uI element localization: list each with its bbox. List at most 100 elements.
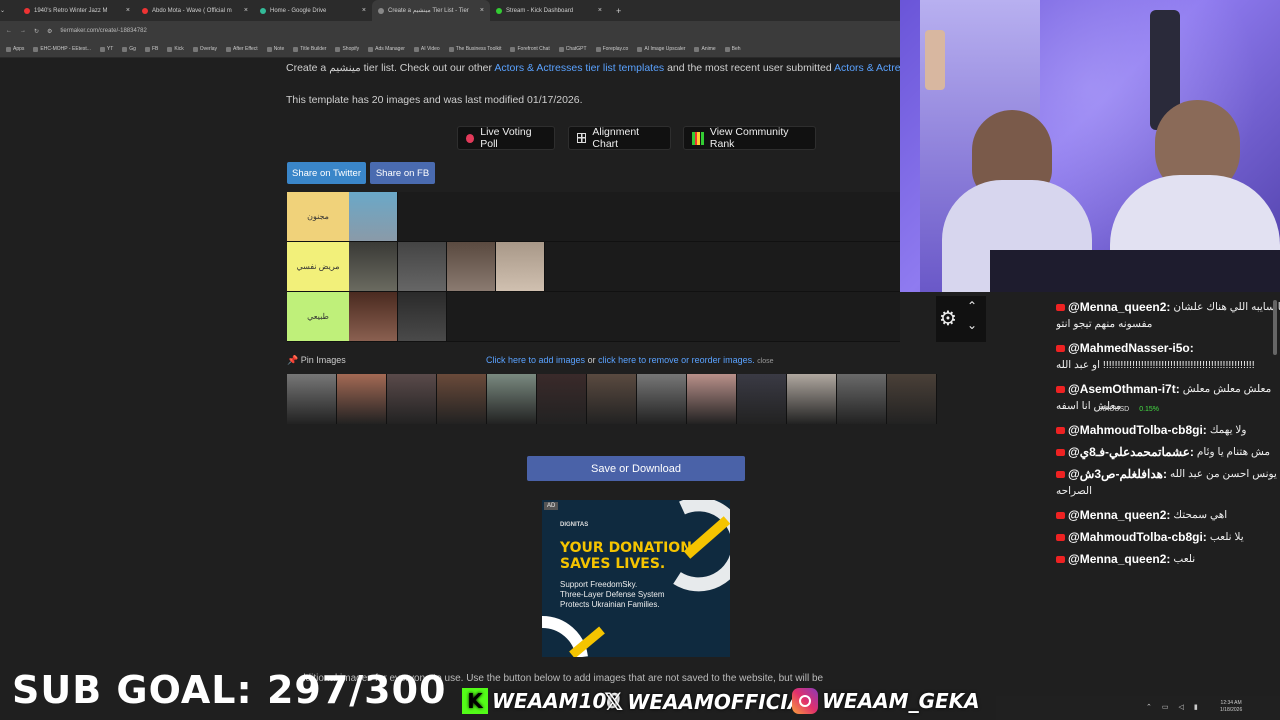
intro-text: Create a مينشيم tier list. Check out our… [286, 62, 900, 74]
close-icon[interactable]: × [126, 7, 130, 14]
clock[interactable]: 12:34 AM 1/18/2026 [1220, 700, 1242, 714]
youtube-icon [1056, 470, 1065, 478]
forward-icon[interactable]: → [20, 28, 26, 34]
user-submitted-link[interactable]: Actors & Actre [834, 62, 900, 74]
reload-icon[interactable]: ↻ [34, 28, 39, 35]
url-input[interactable]: tiermaker.com/create/-18834782 [60, 28, 146, 34]
pool-image[interactable] [687, 374, 737, 424]
pool-image[interactable] [537, 374, 587, 424]
bookmark-label: ChatGPT [565, 46, 587, 52]
tier-image[interactable] [496, 242, 545, 291]
bookmark-item[interactable]: Beh [724, 46, 741, 52]
close-icon[interactable]: × [480, 7, 484, 14]
bookmark-item[interactable]: ChatGPT [558, 46, 587, 52]
close-link[interactable]: close [757, 358, 773, 365]
bookmark-item[interactable]: AI Image Upscaler [637, 46, 685, 52]
chat-message: @Menna_queen2: انا سايبه اللي هناك علشان [1056, 300, 1280, 314]
save-download-button[interactable]: Save or Download [527, 456, 745, 481]
live-voting-button[interactable]: Live Voting Poll [457, 126, 555, 150]
browser-tab[interactable]: 1940's Retro Winter Jazz M × [18, 0, 136, 21]
tier-image[interactable] [398, 242, 447, 291]
bookmark-item[interactable]: Apps [6, 46, 24, 52]
tab-menu-icon[interactable]: ⌄ [0, 7, 18, 14]
bookmark-item[interactable]: AI Video [413, 46, 440, 52]
chevron-up-icon[interactable]: ⌃ [1146, 703, 1152, 711]
bookmarks-bar: Apps EHC-MOHP - EEtest... YT Gg FB Kick Overla… [0, 41, 900, 58]
bookmark-item[interactable]: Overlay [192, 46, 217, 52]
bookmark-item[interactable]: Forefront Chat [510, 46, 550, 52]
tier-image[interactable] [349, 192, 398, 241]
chat-username: @Menna_queen2: [1068, 300, 1171, 314]
bookmark-item[interactable]: After Effect [226, 46, 258, 52]
tab-bar: ⌄ 1940's Retro Winter Jazz M × Abdo Mota … [0, 0, 900, 21]
share-twitter-button[interactable]: Share on Twitter [287, 162, 366, 184]
volume-icon[interactable]: ◁ [1179, 703, 1184, 711]
bookmark-item[interactable]: Title Builder [293, 46, 326, 52]
tier-image[interactable] [398, 292, 447, 341]
browser-tab[interactable]: Home - Google Drive × [254, 0, 372, 21]
pool-image[interactable] [487, 374, 537, 424]
pool-image[interactable] [837, 374, 887, 424]
add-images-link[interactable]: Click here to add images [486, 355, 585, 365]
new-tab-button[interactable]: + [608, 6, 629, 16]
browser-tab[interactable]: Abdo Mota - Wave ( Official m × [136, 0, 254, 21]
close-icon[interactable]: × [244, 7, 248, 14]
chat-text: بس يونس احسن من عبد الله [1169, 468, 1280, 480]
back-icon[interactable]: ← [6, 28, 12, 34]
bookmark-item[interactable]: YT [99, 46, 113, 52]
bookmark-label: Anime [701, 46, 716, 52]
community-rank-button[interactable]: View Community Rank [683, 126, 816, 150]
alignment-chart-button[interactable]: Alignment Chart [568, 126, 671, 150]
bookmark-icon [226, 46, 232, 52]
chat-text-continued: مفسونه منهم تيجو انتو [1056, 318, 1153, 330]
pool-image[interactable] [587, 374, 637, 424]
tier-image[interactable] [349, 242, 398, 291]
youtube-icon [1056, 303, 1065, 311]
tier-image[interactable] [349, 292, 398, 341]
site-info-icon[interactable]: ⚙ [47, 28, 52, 35]
actors-templates-link[interactable]: Actors & Actresses tier list templates [494, 62, 664, 74]
bookmark-item[interactable]: FB [144, 46, 158, 52]
bookmark-item[interactable]: Note [266, 46, 284, 52]
browser-tab-active[interactable]: Create a مينشيم Tier List - Tier × [372, 0, 490, 21]
tier-image[interactable] [447, 242, 496, 291]
bookmark-item[interactable]: Anime [694, 46, 716, 52]
pool-image[interactable] [287, 374, 337, 424]
chat-message: @هدافلغلم-ص3ش:بس يونس احسن من عبد الله [1056, 467, 1280, 481]
chat-message: @Menna_queen2: نلعب [1056, 552, 1195, 566]
pool-image[interactable] [387, 374, 437, 424]
pool-image[interactable] [737, 374, 787, 424]
advertisement[interactable]: AD DIGNITAS YOUR DONATION SAVES LIVES. Su… [542, 500, 730, 657]
close-icon[interactable]: × [362, 7, 366, 14]
bookmark-icon [6, 46, 11, 52]
tier-controls: ⚙ ⌃ ⌄ [936, 296, 986, 342]
bookmark-item[interactable]: EHC-MOHP - EEtest... [33, 46, 91, 52]
tab-label: Create a مينشيم Tier List - Tier [388, 8, 469, 14]
bookmark-item[interactable]: Shopify [335, 46, 359, 52]
bookmark-item[interactable]: The Business Toolkit [448, 46, 501, 52]
bookmark-item[interactable]: Kick [167, 46, 184, 52]
share-fb-button[interactable]: Share on FB [370, 162, 435, 184]
pool-image[interactable] [887, 374, 937, 424]
chat-scrollbar[interactable] [1273, 300, 1277, 355]
pool-image[interactable] [787, 374, 837, 424]
bookmark-item[interactable]: Foreplay.co [595, 46, 628, 52]
pool-image[interactable] [437, 374, 487, 424]
chat-message: @عشماتمحمدعلي-فـ8ي: مش هتنام يا وئام [1056, 445, 1270, 459]
pin-images[interactable]: 📌 Pin Images [287, 355, 346, 366]
chevron-down-icon[interactable]: ⌄ [967, 318, 977, 332]
chevron-up-icon[interactable]: ⌃ [967, 299, 977, 313]
bookmark-item[interactable]: Gg [122, 46, 136, 52]
youtube-icon [142, 7, 148, 14]
bookmark-item[interactable]: Ads Manager [368, 46, 405, 52]
pool-image[interactable] [337, 374, 387, 424]
browser-tab[interactable]: Stream - Kick Dashboard × [490, 0, 608, 21]
remove-images-link[interactable]: click here to remove or reorder images. [598, 355, 755, 365]
tier-label: مجنون [287, 192, 349, 241]
settings-icon[interactable]: ⚙ [939, 306, 957, 331]
kick-label: WEAAM100 [492, 689, 621, 713]
close-icon[interactable]: × [598, 7, 602, 14]
battery-icon[interactable]: ▮ [1194, 703, 1198, 711]
network-icon[interactable]: ▭ [1162, 703, 1169, 711]
pool-image[interactable] [637, 374, 687, 424]
